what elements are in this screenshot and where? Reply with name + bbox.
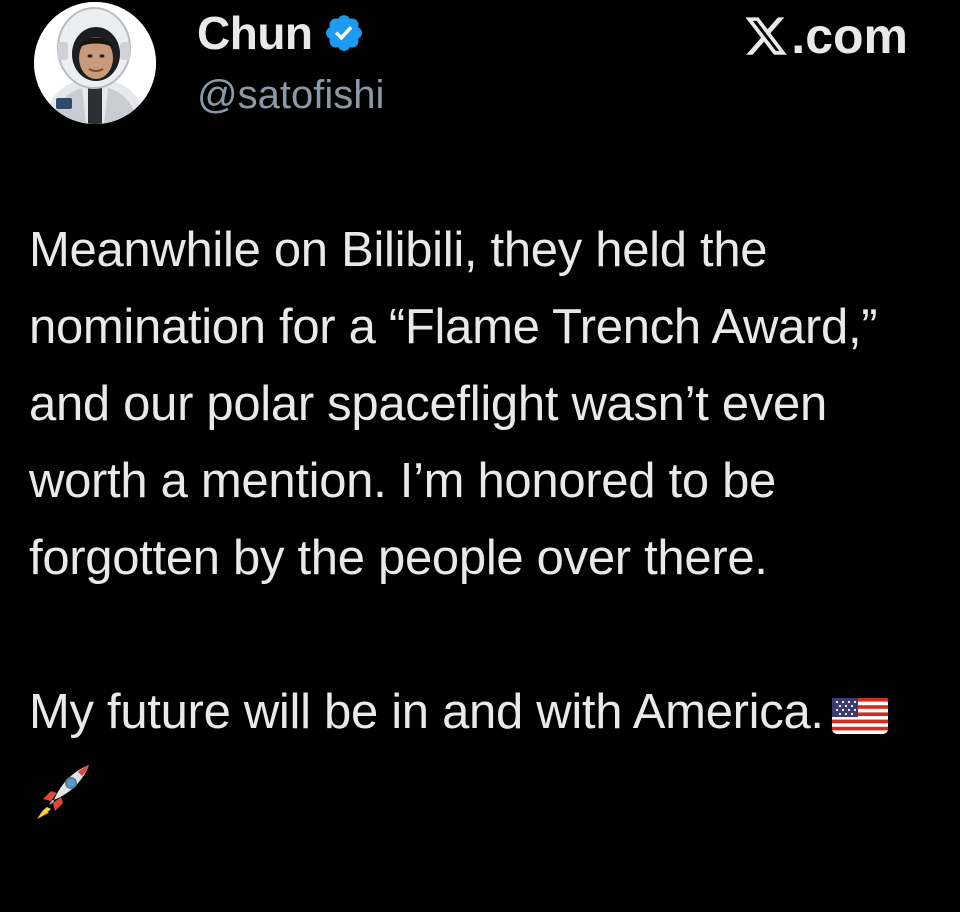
display-name[interactable]: Chun bbox=[197, 8, 313, 58]
brand-watermark: .com bbox=[743, 6, 908, 66]
tweet-paragraph-2-text: My future will be in and with America. bbox=[29, 685, 824, 739]
verified-badge-icon bbox=[323, 12, 365, 54]
tweet-card: Chun @satofishi .com Meanwhile on Bilibi… bbox=[0, 0, 960, 912]
us-flag-emoji-icon bbox=[831, 682, 888, 759]
tweet-paragraph-2: My future will be in and with America. bbox=[29, 674, 944, 844]
avatar[interactable] bbox=[34, 2, 156, 124]
x-logo-icon bbox=[743, 13, 789, 59]
rocket-emoji-icon bbox=[33, 763, 91, 844]
display-name-row: Chun bbox=[197, 8, 365, 58]
tweet-text: Meanwhile on Bilibili, they held the nom… bbox=[29, 212, 944, 844]
astronaut-avatar-icon bbox=[34, 2, 156, 124]
tweet-paragraph-1: Meanwhile on Bilibili, they held the nom… bbox=[29, 223, 878, 585]
brand-text: .com bbox=[791, 8, 908, 64]
handle[interactable]: @satofishi bbox=[197, 70, 384, 120]
